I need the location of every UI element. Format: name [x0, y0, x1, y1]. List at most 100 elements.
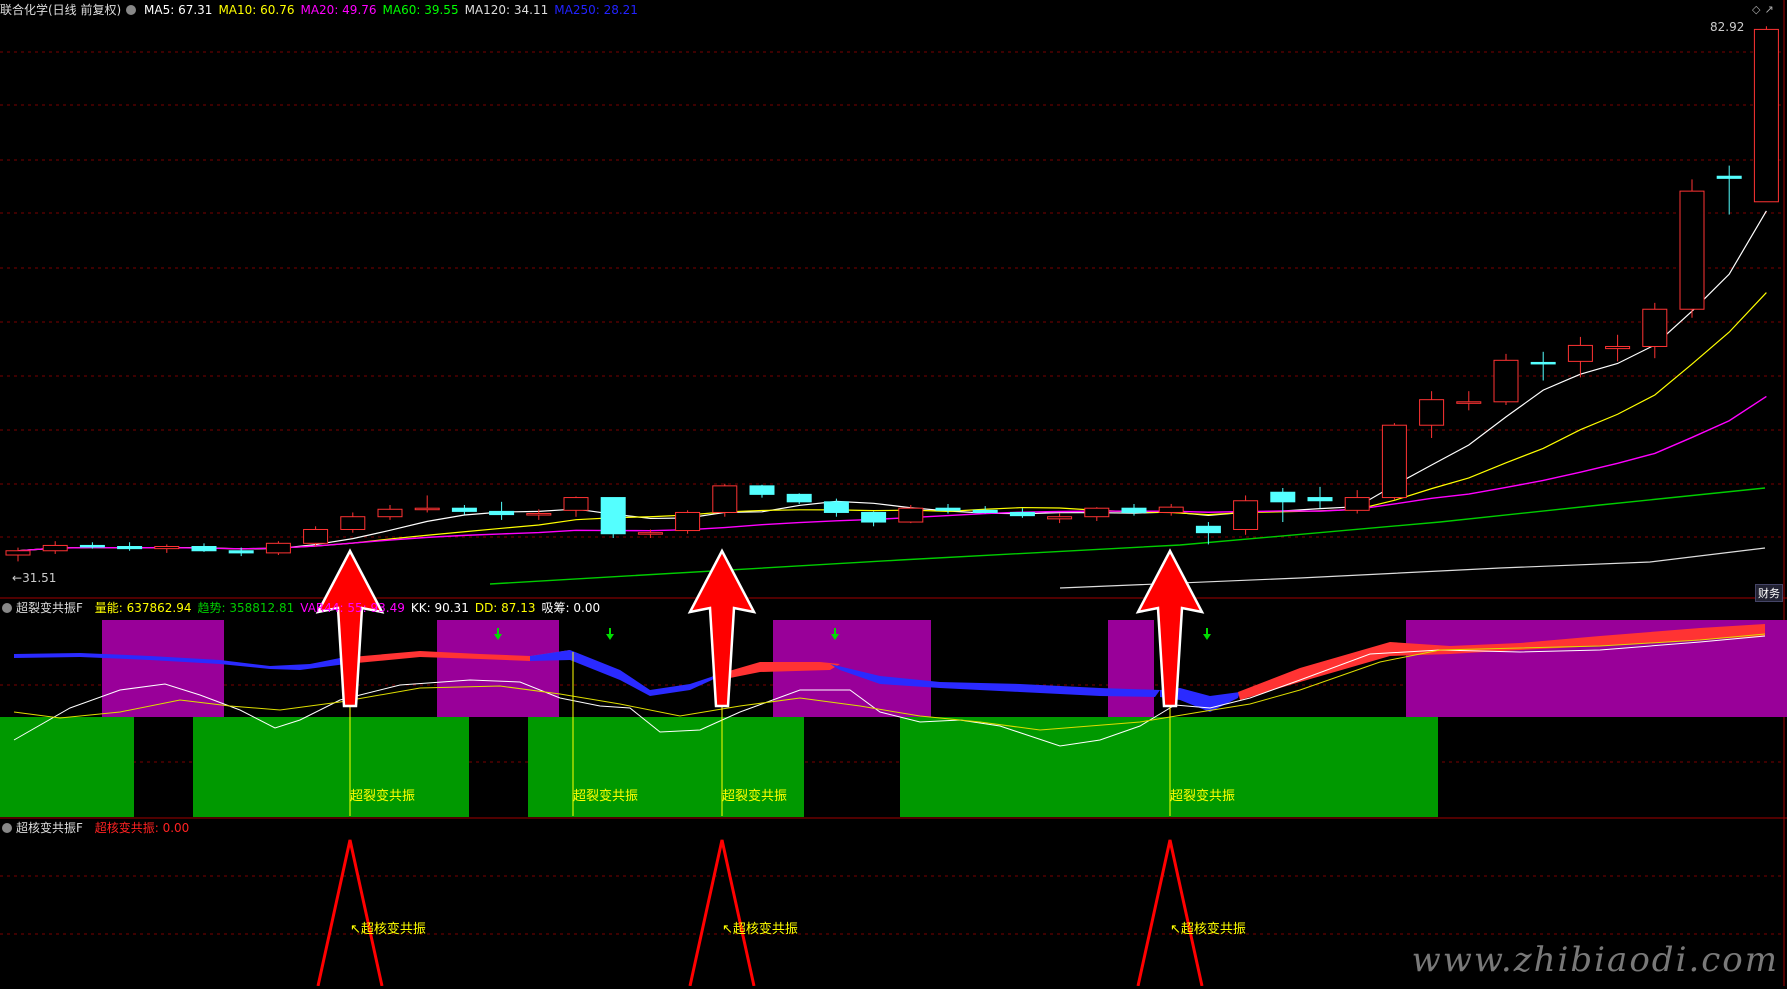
candle [712, 483, 738, 517]
price-high-label: 82.92 [1710, 20, 1745, 34]
indicator1-value-4: DD: 87.13 [474, 601, 536, 615]
candle-body [563, 497, 589, 511]
candle-body [526, 513, 552, 516]
chart-canvas[interactable]: 超裂变共振 超裂变共振 超裂变共振 超裂变共振 ↖超核变共振 ↖超核变共振 ↖超核变共振 [0, 0, 1787, 987]
candle [1195, 522, 1221, 545]
indicator1-title[interactable]: 超裂变共振F [16, 601, 83, 615]
ma-label-4: MA120: 34.11 [464, 3, 549, 17]
ma-label-3: MA60: 39.55 [382, 3, 459, 17]
candle [1047, 513, 1073, 524]
signal-text: 超裂变共振 [722, 788, 787, 804]
candle [1084, 507, 1110, 521]
candle [1307, 486, 1333, 509]
candle-body [712, 485, 738, 513]
candle-body [935, 507, 961, 511]
candle-body [1195, 525, 1221, 534]
candle-body [79, 544, 105, 548]
candle-body [1270, 491, 1296, 503]
candle-body [303, 528, 329, 544]
candle [377, 505, 403, 520]
candle-body [1456, 401, 1482, 404]
candle [935, 503, 961, 514]
stock-chart-window: 超裂变共振 超裂变共振 超裂变共振 超裂变共振 ↖超核变共振 ↖超核变共振 ↖超核变共振 联… [0, 0, 1787, 987]
candle-body [600, 497, 626, 535]
finance-badge[interactable]: 财务 [1755, 584, 1783, 602]
candle-body [898, 507, 924, 523]
green-block [0, 717, 134, 817]
down-arrow-icon [1203, 628, 1211, 640]
candle-body [377, 508, 403, 518]
candle [823, 498, 849, 517]
indicator1-settings-icon[interactable] [2, 603, 12, 613]
indicator1-chart: 超裂变共振 超裂变共振 超裂变共振 超裂变共振 [0, 620, 1787, 817]
down-arrow-head [606, 634, 614, 640]
watermark: www.zhibiaodi.com [1411, 940, 1779, 980]
stock-title[interactable]: 联合化学(日线 前复权) [0, 3, 121, 17]
candle-body [1009, 511, 1035, 517]
candle-body [823, 501, 849, 513]
candle-body [1121, 507, 1147, 513]
candle-body [675, 511, 701, 532]
candle [1679, 179, 1705, 318]
purple-block [102, 620, 224, 717]
candle-body [414, 507, 440, 511]
candle [303, 526, 329, 547]
price-low-label: ←31.51 [12, 571, 57, 585]
diamond-icon[interactable]: ◇ [1752, 3, 1760, 16]
candle-body [1419, 399, 1445, 426]
candle [42, 541, 68, 554]
corner-icons[interactable]: ◇ ↗ [1752, 3, 1774, 16]
candle-body [42, 544, 68, 552]
indicator2-settings-icon[interactable] [2, 823, 12, 833]
indicator2-title[interactable]: 超核变共振F [16, 821, 83, 835]
candle [1642, 302, 1668, 359]
ma60-line [489, 487, 1766, 585]
indicator2-chart: ↖超核变共振 ↖超核变共振 ↖超核变共振 [316, 839, 1246, 987]
candle [489, 501, 515, 520]
down-arrow-head [1203, 634, 1211, 640]
candle-body [1233, 500, 1259, 530]
candle [1158, 503, 1184, 516]
down-arrow-icon [606, 628, 614, 640]
indicator1-value-0: 量能: 637862.94 [94, 601, 192, 615]
candle [1009, 508, 1035, 518]
candle-body [117, 546, 143, 550]
spike-text: ↖超核变共振 [722, 921, 798, 937]
candle [1381, 423, 1407, 500]
purple-block [1108, 620, 1154, 717]
candle [340, 512, 366, 533]
candle-body [1158, 506, 1184, 513]
ma20-line [17, 395, 1767, 552]
candle [265, 541, 291, 556]
candle [1344, 490, 1370, 514]
candle-body [340, 516, 366, 530]
candle-body [228, 550, 254, 554]
settings-gear-icon[interactable] [126, 5, 137, 15]
candle-body [1605, 345, 1631, 350]
green-block [900, 717, 1438, 817]
candle [1419, 391, 1445, 438]
candle [414, 495, 440, 513]
candle-body [1716, 175, 1742, 179]
indicator1-value-1: 趋势: 358812.81 [197, 601, 295, 615]
candle-body [265, 542, 291, 554]
candle [563, 496, 589, 517]
spike-line [316, 839, 384, 987]
candle-body [1530, 361, 1556, 365]
candle-body [191, 546, 217, 552]
indicator1-value-3: KK: 90.31 [410, 601, 469, 615]
candle-body [1753, 28, 1779, 203]
candle-body [1679, 190, 1705, 310]
candle [117, 542, 143, 551]
candle-body [1047, 516, 1073, 520]
ma-label-1: MA10: 60.76 [218, 3, 295, 17]
candle [1753, 26, 1779, 203]
candle-body [1344, 497, 1370, 511]
candle-body [154, 546, 180, 550]
signal-text: 超裂变共振 [1170, 788, 1235, 804]
ma-label-2: MA20: 49.76 [300, 3, 377, 17]
ma-label-5: MA250: 28.21 [554, 3, 638, 17]
expand-icon[interactable]: ↗ [1764, 3, 1773, 16]
green-block [193, 717, 469, 817]
candle [786, 493, 812, 504]
